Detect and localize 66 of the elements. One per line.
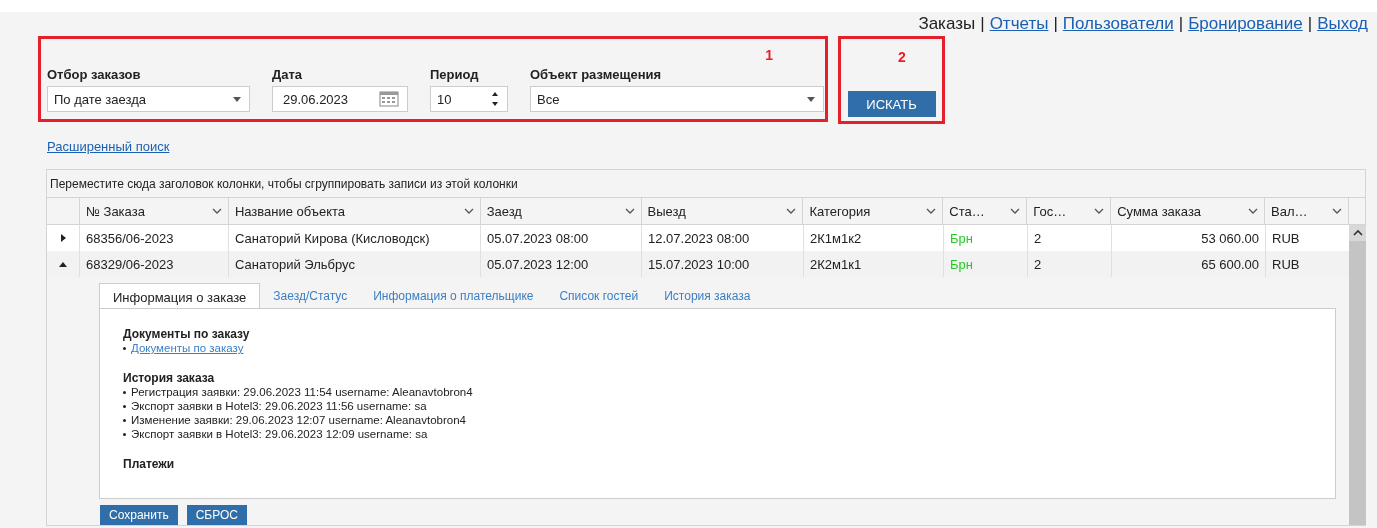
nav-separator: |	[1053, 14, 1058, 35]
tab[interactable]: Список гостей	[546, 283, 652, 308]
caret-icon	[807, 96, 815, 102]
column-header[interactable]: Ста…	[942, 198, 1027, 224]
expand-toggle-icon[interactable]	[60, 234, 66, 242]
field-label: Дата	[272, 67, 304, 82]
tab[interactable]: Информация о плательщике	[360, 283, 547, 308]
action-button[interactable]: Сохранить	[100, 505, 178, 525]
history-entry: Экспорт заявки в Hotel3: 29.06.2023 11:56 username: sa	[131, 399, 427, 413]
scroll-up-icon[interactable]	[1351, 229, 1364, 237]
chevron-icon[interactable]	[463, 208, 474, 214]
nav-link[interactable]: Отчеты	[989, 14, 1049, 36]
section-title: Документы по заказу	[123, 327, 251, 341]
dropdown-field[interactable]: По дате заезда	[47, 86, 250, 112]
nav-separator: |	[980, 14, 985, 35]
chevron-icon[interactable]	[624, 208, 635, 214]
nav-separator: |	[1178, 14, 1184, 35]
chevron-icon[interactable]	[1010, 208, 1021, 214]
column-header[interactable]: Сумма заказа	[1110, 198, 1265, 224]
annotation-number: 1	[765, 47, 773, 63]
history-entry: Изменение заявки: 29.06.2023 12:07 username: Aleanavtobron4	[131, 413, 466, 427]
calendar-icon[interactable]	[379, 91, 399, 107]
chevron-icon[interactable]	[926, 208, 937, 214]
column-header[interactable]: Гос…	[1026, 198, 1111, 224]
bullet-icon	[123, 432, 126, 436]
annotation-number: 2	[898, 49, 906, 65]
chevron-icon[interactable]	[1094, 208, 1105, 214]
caret-icon	[233, 96, 241, 102]
search-button[interactable]: ИСКАТЬ	[847, 91, 936, 117]
spinner-icon[interactable]	[491, 90, 499, 108]
column-header[interactable]: Название объекта	[227, 198, 480, 224]
tab[interactable]: Информация о заказе	[99, 283, 261, 308]
field-label: Объект размещения	[530, 67, 663, 82]
number-field[interactable]: 10	[430, 86, 508, 112]
column-header[interactable]: Вал…	[1264, 198, 1348, 224]
bullet-icon	[123, 418, 126, 422]
expand-toggle-icon[interactable]	[59, 261, 67, 267]
chevron-icon[interactable]	[786, 208, 797, 214]
tab[interactable]: История заказа	[651, 283, 764, 308]
dropdown-field[interactable]: Все	[530, 86, 824, 112]
nav-link[interactable]: Пользователи	[1062, 14, 1174, 36]
nav-separator: |	[1307, 14, 1313, 35]
column-header[interactable]: Выезд	[640, 198, 803, 224]
section-title: История заказа	[123, 371, 216, 385]
bullet-icon	[123, 404, 126, 408]
history-entry: Экспорт заявки в Hotel3: 29.06.2023 12:09 username: sa	[131, 427, 428, 441]
nav-link[interactable]: Заказы	[918, 14, 976, 36]
tab[interactable]: Заезд/Статус	[260, 283, 361, 308]
column-header[interactable]: Заезд	[479, 198, 641, 224]
field-label: Период	[430, 67, 480, 82]
document-link[interactable]: Документы по заказу	[131, 341, 244, 355]
chevron-icon[interactable]	[211, 208, 222, 214]
section-title: Платежи	[123, 457, 176, 471]
bullet-icon	[123, 346, 126, 350]
chevron-icon[interactable]	[1332, 208, 1342, 214]
chevron-icon[interactable]	[1248, 208, 1259, 214]
advanced-search-link[interactable]: Расширенный поиск	[47, 139, 170, 154]
action-button[interactable]: СБРОС	[186, 505, 247, 525]
nav-link[interactable]: Бронирование	[1188, 14, 1303, 36]
nav-link[interactable]: Выход	[1317, 14, 1368, 36]
history-entry: Регистрация заявки: 29.06.2023 11:54 username: Aleanavtobron4	[131, 385, 473, 399]
column-header[interactable]: Категория	[802, 198, 943, 224]
column-header[interactable]: № Заказа	[79, 198, 228, 224]
bullet-icon	[123, 390, 126, 394]
date-field[interactable]: 29.06.2023	[272, 86, 408, 112]
field-label: Отбор заказов	[47, 67, 142, 82]
